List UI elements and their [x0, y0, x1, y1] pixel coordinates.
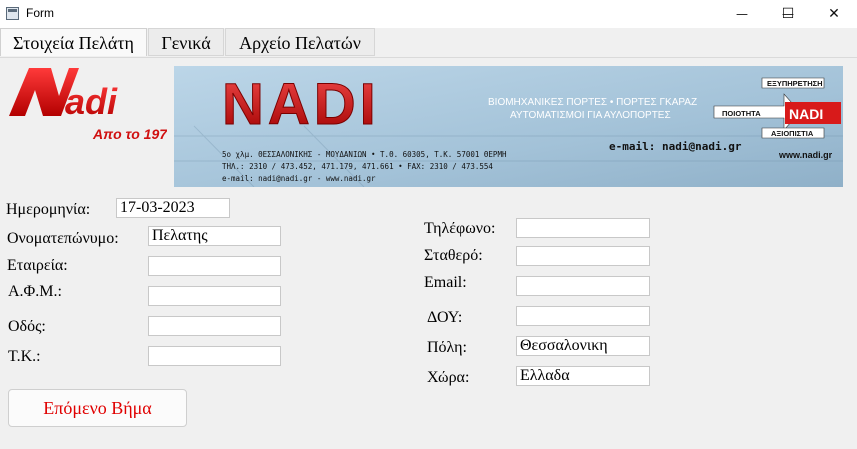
logo-tagline: Απο το 1976	[92, 126, 167, 142]
minimize-icon: —	[736, 7, 748, 21]
afm-label: Α.Φ.Μ.:	[8, 283, 62, 300]
banner-address: 5ο χλμ. ΘΕΣΣΑΛΟΝΙΚΗΣ - ΜΟΥΔΑΝΙΩΝ • Τ.Θ. …	[222, 150, 507, 159]
svg-text:ΕΞΥΠΗΡΕΤΗΣΗ: ΕΞΥΠΗΡΕΤΗΣΗ	[767, 79, 823, 88]
fullname-label: Ονοματεπώνυμο:	[7, 230, 119, 247]
banner-email: e-mail: nadi@nadi.gr	[609, 140, 742, 153]
banner-brand: NADI	[222, 72, 380, 137]
banner-subtitle-1: ΒΙΟΜΗΧΑΝΙΚΕΣ ΠΟΡΤΕΣ • ΠΟΡΤΕΣ ΓΚΑΡΑΖ	[488, 97, 697, 108]
street-label: Οδός:	[8, 318, 46, 335]
banner-web: e-mail: nadi@nadi.gr - www.nadi.gr	[222, 174, 376, 183]
tab-customer-archive[interactable]: Αρχείο Πελατών	[225, 28, 375, 56]
tab-bar: Στοιχεία Πελάτη Γενικά Αρχείο Πελατών	[0, 28, 857, 58]
city-label: Πόλη:	[427, 339, 467, 356]
landline-field[interactable]	[516, 246, 650, 266]
tax-office-field[interactable]	[516, 306, 650, 326]
next-step-button[interactable]: Επόμενο Βήμα	[8, 389, 187, 427]
tax-office-label: ΔΟΥ:	[427, 309, 463, 326]
maximize-icon: ☐	[781, 6, 795, 22]
country-field[interactable]: Ελλαδα	[516, 366, 650, 386]
banner-subtitle-2: ΑΥΤΟΜΑΤΙΣΜΟΙ ΓΙΑ ΑΥΛΟΠΟΡΤΕΣ	[510, 110, 671, 121]
svg-text:ΠΟΙΟΤΗΤΑ: ΠΟΙΟΤΗΤΑ	[722, 109, 761, 118]
landline-label: Σταθερό:	[424, 247, 483, 264]
minimize-button[interactable]: —	[719, 0, 765, 28]
close-button[interactable]: ✕	[811, 0, 857, 28]
email-label: Email:	[424, 274, 467, 291]
country-label: Χώρα:	[427, 369, 470, 386]
email-field[interactable]	[516, 276, 650, 296]
banner-site: www.nadi.gr	[778, 150, 833, 160]
close-icon: ✕	[828, 6, 840, 22]
street-field[interactable]	[148, 316, 281, 336]
fullname-field[interactable]: Πελατης	[148, 226, 281, 246]
company-field[interactable]	[148, 256, 281, 276]
maximize-button[interactable]: ☐	[765, 0, 811, 28]
company-label: Εταιρεία:	[7, 257, 68, 274]
city-field[interactable]: Θεσσαλονικη	[516, 336, 650, 356]
logo-wordmark: adi	[65, 81, 118, 122]
app-window-icon	[6, 7, 19, 20]
nadi-logo: adi Απο το 1976	[9, 68, 167, 142]
afm-field[interactable]	[148, 286, 281, 306]
postal-code-label: Τ.Κ.:	[8, 348, 41, 365]
window-title: Form	[26, 6, 54, 20]
date-field[interactable]: 17-03-2023	[116, 198, 230, 218]
svg-text:NADI: NADI	[789, 106, 823, 122]
phone-label: Τηλέφωνο:	[424, 220, 496, 237]
date-label: Ημερομηνία:	[6, 201, 91, 218]
company-banner: NADI ΒΙΟΜΗΧΑΝΙΚΕΣ ΠΟΡΤΕΣ • ΠΟΡΤΕΣ ΓΚΑΡΑΖ…	[174, 66, 843, 187]
banner-phones: ΤΗΛ.: 2310 / 473.452, 471.179, 471.661 •…	[222, 162, 493, 171]
postal-code-field[interactable]	[148, 346, 281, 366]
svg-text:ΑΞΙΟΠΙΣΤΙΑ: ΑΞΙΟΠΙΣΤΙΑ	[771, 129, 814, 138]
tab-general[interactable]: Γενικά	[148, 28, 224, 56]
tab-customer-details[interactable]: Στοιχεία Πελάτη	[0, 28, 147, 56]
phone-field[interactable]	[516, 218, 650, 238]
